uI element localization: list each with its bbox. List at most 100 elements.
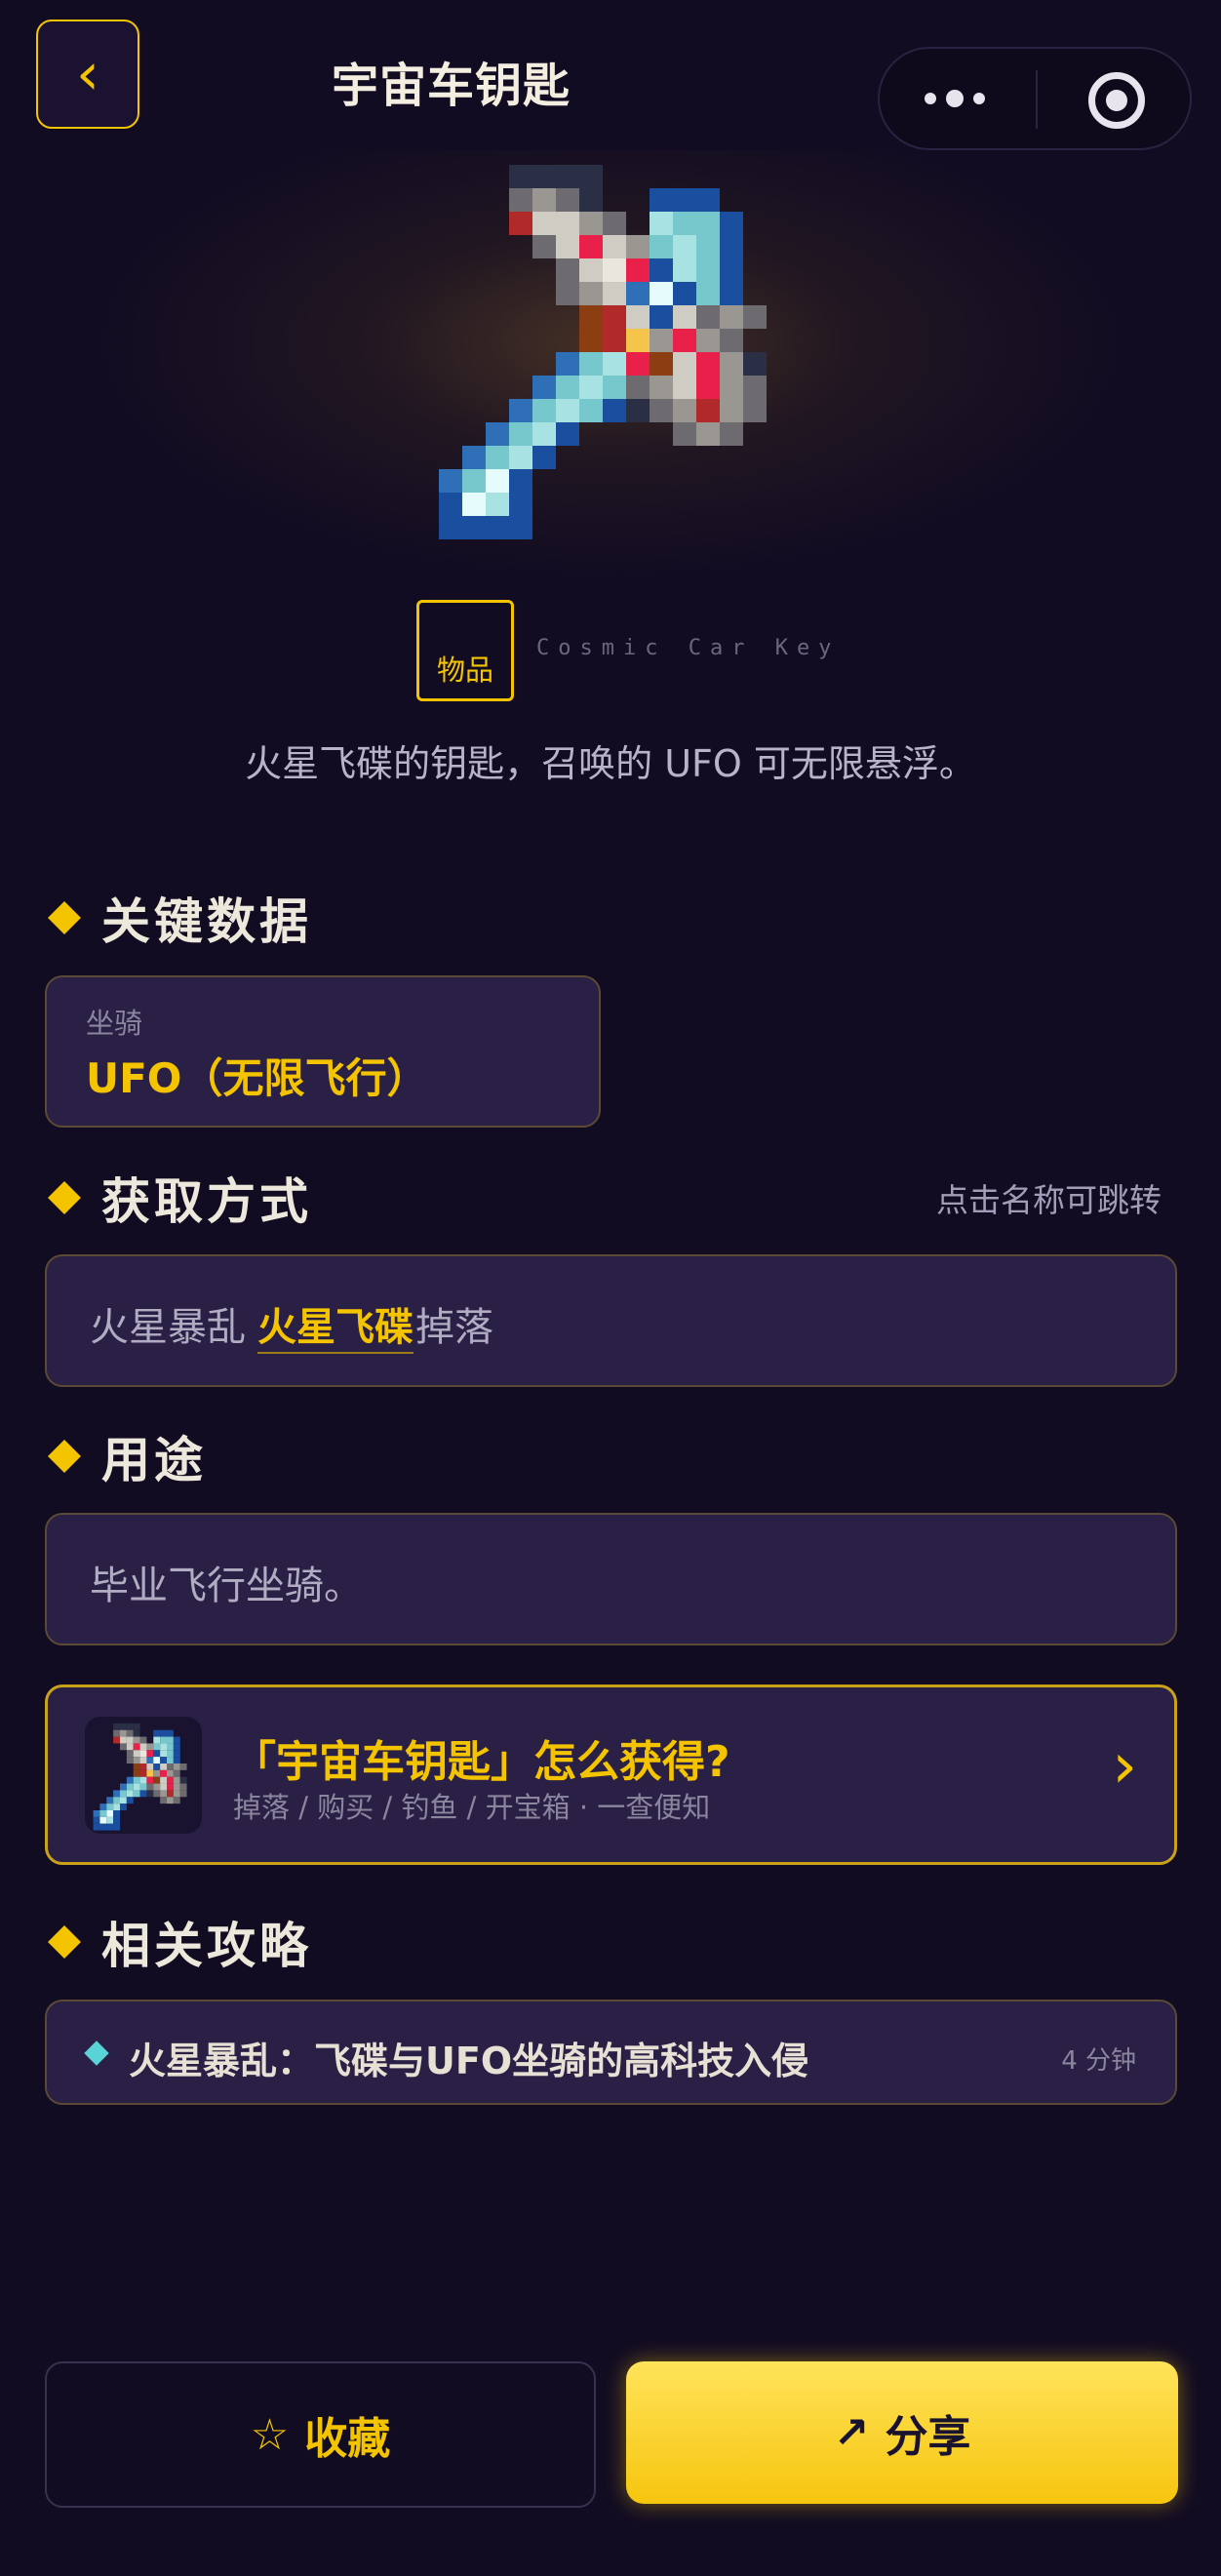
pixel	[139, 1743, 147, 1751]
pixel	[120, 1803, 127, 1810]
pixel	[462, 446, 486, 469]
pixel	[603, 282, 626, 305]
pixel	[153, 1736, 161, 1744]
pixel	[146, 1776, 154, 1784]
pixel	[579, 399, 603, 422]
pixel	[673, 235, 696, 258]
type-badge: 物品	[416, 600, 514, 701]
pixel	[696, 352, 720, 376]
pixel	[532, 376, 556, 399]
pixel	[556, 258, 579, 282]
pixel	[720, 329, 743, 352]
pixel	[743, 352, 767, 376]
pixel	[509, 446, 532, 469]
pixel	[126, 1750, 134, 1758]
guide-title: 「宇宙车钥匙」怎么获得?	[233, 1737, 730, 1787]
pixel	[93, 1816, 100, 1824]
pixel	[173, 1776, 180, 1784]
pixel	[696, 188, 720, 212]
back-button[interactable]: ‹	[36, 20, 139, 129]
pixel	[160, 1757, 167, 1764]
pixel	[673, 352, 696, 376]
chevron-left-icon: ‹	[76, 40, 99, 108]
pixel	[153, 1757, 161, 1764]
pixel	[532, 399, 556, 422]
more-menu-button[interactable]	[925, 49, 985, 148]
pixel	[167, 1736, 174, 1744]
pixel	[579, 165, 603, 188]
pixel	[120, 1790, 127, 1798]
pixel	[462, 469, 486, 493]
pixel	[126, 1729, 134, 1737]
pixel	[486, 422, 509, 446]
pixel	[126, 1783, 134, 1791]
pixel	[133, 1736, 140, 1744]
stat-value: UFO（无限飞行）	[86, 1054, 428, 1102]
mini-program-capsule	[878, 47, 1192, 150]
share-button[interactable]: ↗ 分享	[626, 2361, 1178, 2504]
pixel	[696, 305, 720, 329]
pixel	[720, 282, 743, 305]
pixel	[650, 399, 673, 422]
pixel	[153, 1769, 161, 1777]
pixel	[153, 1750, 161, 1758]
pixel	[160, 1736, 167, 1744]
pixel	[113, 1723, 120, 1730]
pixel	[146, 1790, 154, 1798]
pixel	[509, 188, 532, 212]
section-acquisition: 获取方式	[45, 1163, 312, 1233]
pixel	[179, 1764, 187, 1770]
pixel	[579, 352, 603, 376]
pixel	[153, 1790, 161, 1798]
pixel	[139, 1776, 147, 1784]
source-link[interactable]: 火星飞碟	[257, 1295, 414, 1354]
pixel	[167, 1783, 174, 1791]
favorite-button[interactable]: ☆ 收藏	[45, 2361, 596, 2508]
pixel	[650, 305, 673, 329]
pixel	[720, 422, 743, 446]
pixel	[509, 165, 532, 188]
pixel	[556, 188, 579, 212]
pixel	[113, 1736, 120, 1744]
pixel	[509, 399, 532, 422]
usage-text: 毕业飞行坐骑。	[90, 1564, 363, 1608]
pixel	[673, 329, 696, 352]
pixel	[556, 422, 579, 446]
pixel	[650, 376, 673, 399]
pixel	[160, 1797, 167, 1804]
pixel	[173, 1797, 180, 1804]
pixel	[126, 1776, 134, 1784]
pixel	[99, 1816, 107, 1824]
pixel	[556, 282, 579, 305]
pixel	[160, 1743, 167, 1751]
pixel	[626, 399, 650, 422]
pixel	[173, 1743, 180, 1751]
guide-banner[interactable]: 「宇宙车钥匙」怎么获得? 掉落 / 购买 / 钓鱼 / 开宝箱 · 一查便知 ›	[45, 1684, 1177, 1865]
pixel	[532, 422, 556, 446]
pixel	[603, 235, 626, 258]
pixel	[650, 212, 673, 235]
pixel	[120, 1723, 127, 1730]
close-target-icon[interactable]	[1088, 72, 1145, 129]
pixel	[153, 1729, 161, 1737]
pixel	[556, 212, 579, 235]
related-article[interactable]: 火星暴乱：飞碟与UFO坐骑的高科技入侵 4 分钟	[45, 2000, 1177, 2105]
section-key-data: 关键数据	[45, 883, 312, 953]
pixel	[139, 1769, 147, 1777]
pixel	[120, 1736, 127, 1744]
pixel	[167, 1757, 174, 1764]
pixel	[173, 1750, 180, 1758]
pixel	[173, 1790, 180, 1798]
page-title: 宇宙车钥匙	[332, 59, 571, 113]
pixel	[720, 235, 743, 258]
diamond-icon	[48, 1440, 81, 1473]
pixel	[133, 1757, 140, 1764]
pixel	[579, 212, 603, 235]
section-title: 相关攻略	[101, 1918, 312, 1974]
pixel	[579, 235, 603, 258]
pixel	[173, 1783, 180, 1791]
pixel	[556, 376, 579, 399]
pixel	[743, 305, 767, 329]
pixel	[133, 1764, 140, 1770]
diamond-icon	[48, 901, 81, 934]
